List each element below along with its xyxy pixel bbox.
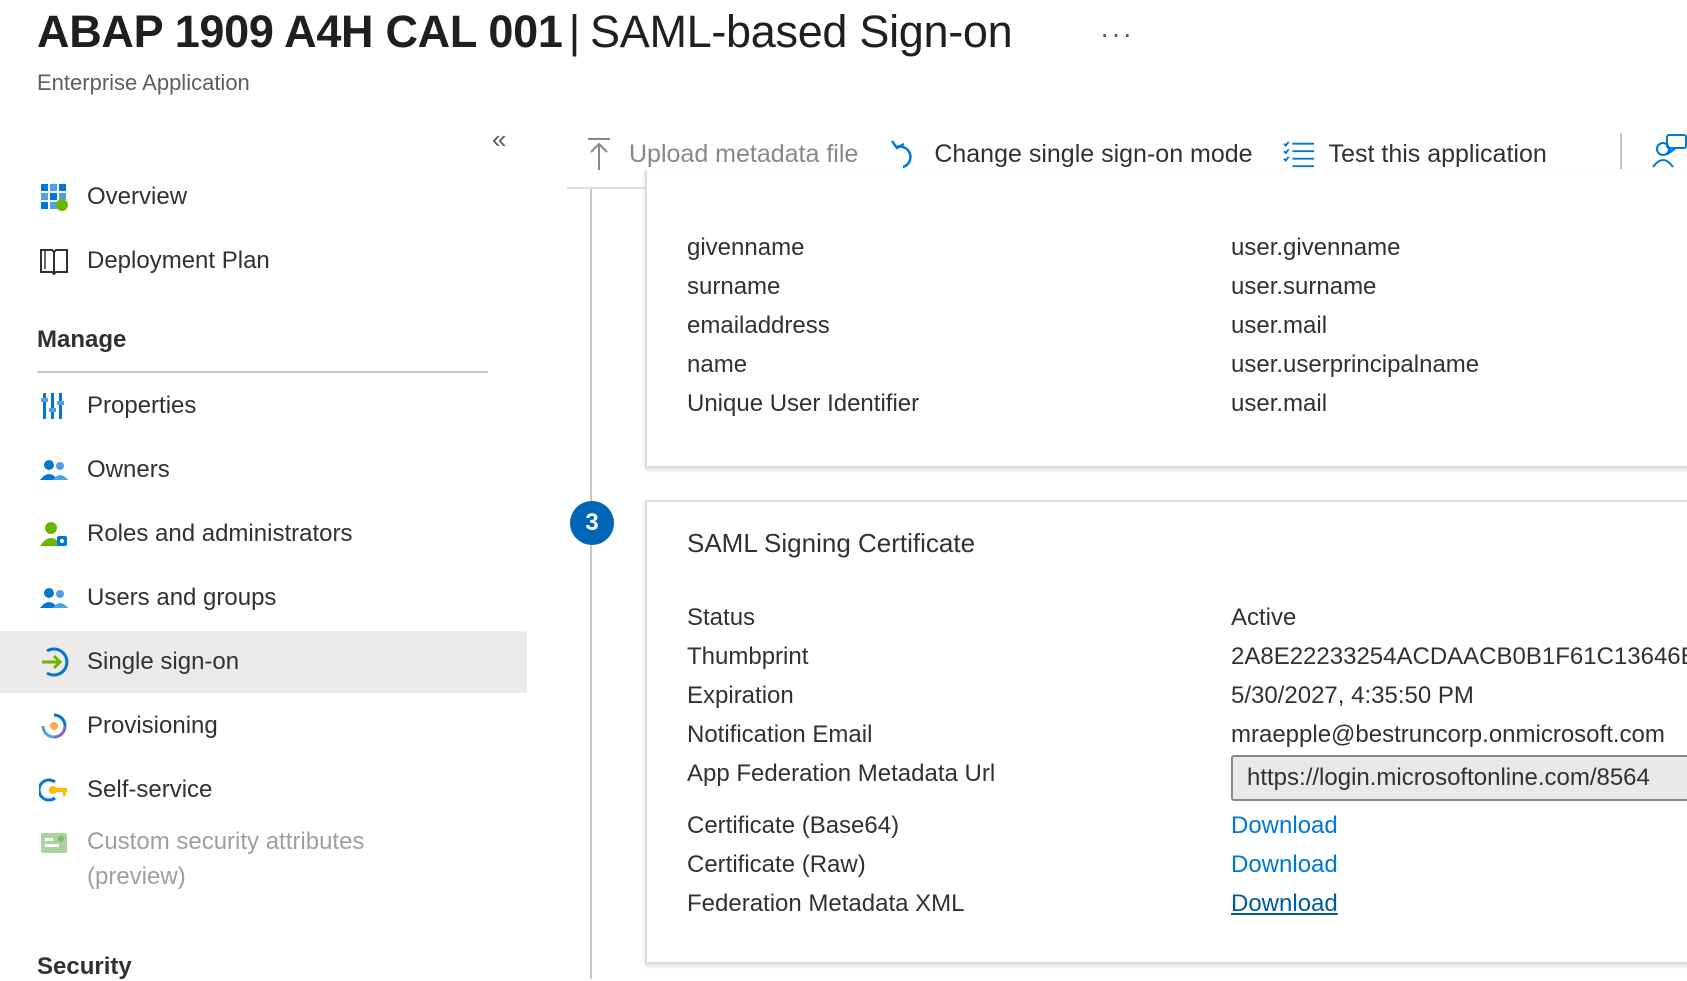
sidebar-item-properties[interactable]: Properties (0, 375, 527, 437)
test-application-button[interactable]: Test this application (1282, 138, 1547, 170)
attributes-claims-card: givenname user.givenname surname user.surn… (645, 170, 1687, 468)
saml-signing-certificate-card: SAML Signing Certificate Status Active Th… (645, 500, 1687, 964)
user-admin-icon (37, 517, 71, 551)
attributes-card-icon (37, 826, 71, 860)
claim-value: user.givenname (1231, 234, 1401, 261)
properties-bars-icon (37, 389, 71, 423)
sidebar-item-label: Properties (87, 392, 197, 419)
provisioning-cycle-icon (37, 709, 71, 743)
sidebar-item-label: Owners (87, 456, 170, 483)
manage-divider (37, 371, 488, 373)
download-federation-xml-link[interactable]: Download (1231, 890, 1338, 918)
page-name: SAML-based Sign-on (590, 6, 1013, 57)
overview-grid-icon (37, 180, 71, 214)
step-number-badge: 3 (570, 501, 614, 545)
upload-metadata-label: Upload metadata file (629, 139, 859, 168)
sidebar-item-label: Deployment Plan (87, 247, 270, 274)
page-title: ABAP 1909 A4H CAL 001 | SAML-based Sign-on (37, 6, 1013, 58)
status-value: Active (1231, 604, 1297, 631)
people-icon (37, 453, 71, 487)
change-sso-mode-button[interactable]: Change single sign-on mode (888, 138, 1253, 170)
sidebar-item-label: Roles and administrators (87, 520, 353, 547)
app-name: ABAP 1909 A4H CAL 001 (37, 6, 563, 57)
sidebar-item-self-service[interactable]: Self-service (0, 759, 527, 821)
page-subtitle: Enterprise Application (37, 70, 250, 95)
claim-value: user.userprincipalname (1231, 351, 1480, 378)
sidebar-item-label: Users and groups (87, 584, 277, 611)
toolbar-divider (1620, 133, 1622, 169)
checklist-icon (1282, 138, 1315, 170)
download-raw-link[interactable]: Download (1231, 851, 1338, 879)
test-application-label: Test this application (1328, 139, 1547, 168)
title-separator: | (568, 6, 581, 57)
sidebar-item-label: Provisioning (87, 712, 218, 739)
steps-timeline (590, 189, 592, 979)
sidebar-item-label: Self-service (87, 776, 213, 803)
field-label: Status (687, 604, 756, 631)
claim-name: name (687, 351, 748, 378)
claim-value: user.mail (1231, 390, 1328, 417)
sidebar-item-deployment-plan[interactable]: Deployment Plan (0, 230, 527, 292)
field-label: Certificate (Base64) (687, 812, 900, 839)
sidebar-item-roles-and-administrators[interactable]: Roles and administrators (0, 503, 527, 565)
field-label: Notification Email (687, 721, 873, 748)
field-label: Expiration (687, 682, 794, 709)
upload-metadata-button[interactable]: Upload metadata file (583, 138, 858, 170)
key-icon (37, 773, 71, 807)
sidebar-item-label: Single sign-on (87, 648, 240, 675)
field-label: Federation Metadata XML (687, 890, 965, 917)
security-heading: Security (37, 953, 132, 980)
field-label: Thumbprint (687, 643, 809, 670)
sidebar-item-label: Custom security attributes (87, 828, 365, 855)
sidebar-item-custom-security-attributes[interactable]: Custom security attributes (preview) (0, 822, 527, 904)
change-sso-mode-label: Change single sign-on mode (934, 139, 1253, 168)
thumbprint-value: 2A8E22233254ACDAACB0B1F61C13646B (1231, 643, 1687, 670)
sidebar-item-users-and-groups[interactable]: Users and groups (0, 567, 527, 629)
claim-name: Unique User Identifier (687, 390, 920, 417)
sidebar-item-overview[interactable]: Overview (0, 166, 527, 228)
expiration-value: 5/30/2027, 4:35:50 PM (1231, 682, 1474, 709)
metadata-url-field[interactable] (1231, 755, 1687, 801)
collapse-sidebar-icon[interactable]: « (492, 124, 506, 155)
claim-value: user.mail (1231, 312, 1328, 339)
field-label: App Federation Metadata Url (687, 760, 996, 787)
book-icon (37, 244, 71, 278)
upload-icon (583, 138, 615, 170)
manage-heading: Manage (37, 326, 127, 353)
field-label: Certificate (Raw) (687, 851, 866, 878)
card-title: SAML Signing Certificate (687, 528, 976, 558)
sign-in-arrow-icon (37, 645, 71, 679)
claim-name: givenname (687, 234, 805, 261)
sidebar-item-label-suffix: (preview) (87, 863, 186, 890)
sidebar-item-label: Overview (87, 183, 188, 210)
undo-arrow-icon (888, 138, 920, 170)
more-options-button[interactable]: ··· (1100, 18, 1134, 50)
sidebar-item-provisioning[interactable]: Provisioning (0, 695, 527, 757)
sidebar-item-single-sign-on[interactable]: Single sign-on (0, 631, 527, 693)
metadata-url-input[interactable] (1233, 757, 1687, 799)
user-feedback-icon[interactable] (1652, 133, 1687, 174)
download-base64-link[interactable]: Download (1231, 812, 1338, 840)
claim-name: surname (687, 273, 781, 300)
people-icon (37, 581, 71, 615)
claim-name: emailaddress (687, 312, 830, 339)
claim-value: user.surname (1231, 273, 1377, 300)
notification-email-value: mraepple@bestruncorp.onmicrosoft.com (1231, 721, 1665, 748)
sidebar-item-owners[interactable]: Owners (0, 439, 527, 501)
